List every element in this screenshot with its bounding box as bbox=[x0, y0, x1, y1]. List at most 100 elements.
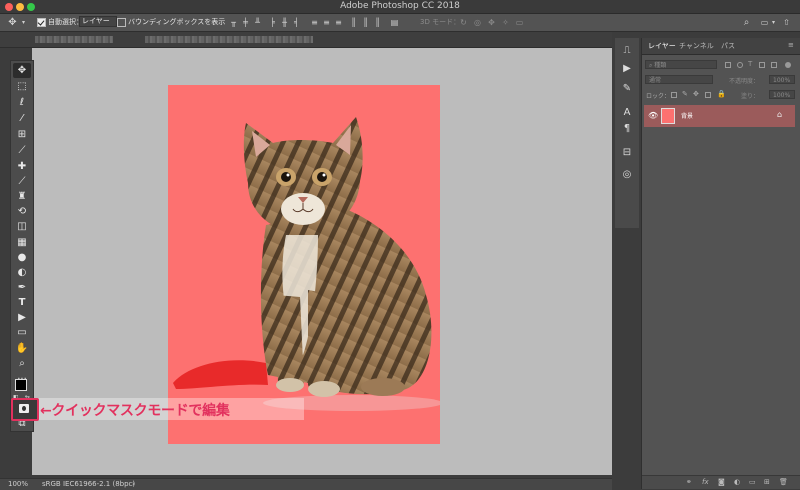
move-icon[interactable]: ✥ bbox=[13, 63, 31, 78]
layer-filter-select[interactable]: ⌕ 種類 bbox=[645, 60, 717, 69]
type-icon[interactable]: T bbox=[13, 295, 31, 310]
brush-icon[interactable]: ⟋ bbox=[13, 174, 31, 189]
distribute-vcenter-icon[interactable]: ≡ bbox=[322, 18, 331, 27]
crop-icon[interactable]: ⊞ bbox=[13, 127, 31, 142]
filter-type-icon[interactable]: T bbox=[748, 60, 752, 68]
history-brush-icon[interactable]: ⟲ bbox=[13, 204, 31, 219]
distribute-left-icon[interactable]: ║ bbox=[349, 18, 358, 27]
paragraph-icon[interactable]: ¶ bbox=[619, 122, 635, 136]
share-icon[interactable]: ⇧ bbox=[782, 18, 791, 27]
eraser-icon[interactable]: ◫ bbox=[13, 219, 31, 234]
chevron-down-icon[interactable]: ▾ bbox=[769, 18, 778, 27]
3d-pan-icon[interactable]: ✥ bbox=[487, 18, 496, 27]
pen-icon[interactable]: ✒ bbox=[13, 280, 31, 295]
panel-menu-icon[interactable]: ≡ bbox=[788, 41, 794, 49]
checkbox-icon[interactable] bbox=[37, 17, 46, 27]
lock-all-icon[interactable]: 🔒 bbox=[717, 90, 726, 98]
libraries-icon[interactable]: ◎ bbox=[619, 168, 635, 182]
status-menu-arrow[interactable]: › bbox=[132, 480, 135, 488]
tab-channels[interactable]: チャンネル bbox=[679, 41, 714, 51]
stamp-icon[interactable]: ♜ bbox=[13, 189, 31, 204]
filter-shape-icon[interactable] bbox=[759, 62, 765, 68]
distribute-bottom-icon[interactable]: ≡ bbox=[334, 18, 343, 27]
new-layer-icon[interactable]: ⊞ bbox=[764, 478, 770, 486]
tab-layers[interactable]: レイヤー bbox=[648, 41, 676, 51]
adjustment-layer-icon[interactable]: ◐ bbox=[734, 478, 740, 486]
layer-name[interactable]: 背景 bbox=[681, 111, 693, 120]
lock-artboard-icon[interactable] bbox=[705, 92, 711, 98]
align-right-icon[interactable]: ╡ bbox=[292, 18, 301, 27]
foreground-color-swatch[interactable] bbox=[15, 379, 27, 391]
filter-toggle-icon[interactable] bbox=[785, 62, 791, 68]
3d-scale-icon[interactable]: ▭ bbox=[515, 18, 524, 27]
distribute-hcenter-icon[interactable]: ║ bbox=[361, 18, 370, 27]
healing-brush-icon[interactable]: ✚ bbox=[13, 159, 31, 174]
properties-icon[interactable]: ⊟ bbox=[619, 146, 635, 160]
workspace-icon[interactable]: ▭ bbox=[760, 18, 769, 27]
align-top-icon[interactable]: ╥ bbox=[229, 18, 238, 27]
lasso-icon[interactable]: ℓ bbox=[13, 95, 31, 110]
gradient-icon[interactable]: ▦ bbox=[13, 235, 31, 250]
eyedropper-icon[interactable]: ⟋ bbox=[13, 143, 31, 158]
distribute-top-icon[interactable]: ≡ bbox=[310, 18, 319, 27]
lock-position-icon[interactable]: ✥ bbox=[693, 90, 699, 98]
title-bar: Adobe Photoshop CC 2018 bbox=[0, 0, 800, 14]
document-canvas[interactable] bbox=[168, 85, 440, 444]
lock-label: ロック： bbox=[646, 93, 671, 100]
align-left-icon[interactable]: ╞ bbox=[268, 18, 277, 27]
eye-icon[interactable]: 👁 bbox=[648, 111, 658, 120]
auto-align-icon[interactable]: ▤ bbox=[390, 18, 399, 27]
blur-icon[interactable]: ● bbox=[13, 250, 31, 265]
lock-transparent-icon[interactable] bbox=[671, 92, 677, 98]
tab-paths[interactable]: パス bbox=[721, 41, 735, 51]
document-tab[interactable] bbox=[35, 36, 113, 43]
hand-icon[interactable]: ✋ bbox=[13, 341, 31, 356]
align-bottom-icon[interactable]: ╨ bbox=[253, 18, 262, 27]
layer-row-background[interactable]: 👁 背景 ⌂ bbox=[644, 105, 795, 127]
filter-smart-icon[interactable] bbox=[771, 62, 777, 68]
auto-select-dropdown[interactable]: レイヤー bbox=[79, 16, 117, 27]
3d-slide-icon[interactable]: ✧ bbox=[501, 18, 510, 27]
shape-icon[interactable]: ▭ bbox=[13, 325, 31, 340]
dodge-icon[interactable]: ◐ bbox=[13, 265, 31, 280]
filter-kind-label: 種類 bbox=[654, 62, 667, 69]
checkbox-icon[interactable] bbox=[117, 17, 126, 27]
new-group-icon[interactable]: ▭ bbox=[749, 478, 756, 486]
link-layers-icon[interactable]: ⚭ bbox=[686, 478, 692, 486]
color-profile: sRGB IEC61966-2.1 (8bpc) bbox=[42, 480, 136, 488]
3d-rotate-icon[interactable]: ↻ bbox=[459, 18, 468, 27]
zoom-level[interactable]: 100% bbox=[8, 480, 28, 488]
trash-icon[interactable]: 🗑 bbox=[779, 478, 788, 486]
filter-adjust-icon[interactable] bbox=[737, 62, 743, 68]
quick-mask-annotation: ←クイックマスクモードで編集 bbox=[40, 403, 230, 419]
paragraph-styles-icon[interactable]: ✎ bbox=[619, 82, 635, 96]
document-tabs bbox=[0, 32, 612, 48]
fill-input[interactable]: 100% bbox=[769, 90, 795, 99]
quick-mask-button[interactable] bbox=[11, 398, 39, 421]
move-tool-preset-icon[interactable]: ✥ bbox=[8, 18, 17, 28]
character-icon[interactable]: A bbox=[619, 106, 635, 120]
opacity-input[interactable]: 100% bbox=[769, 75, 795, 84]
3d-roll-icon[interactable]: ◎ bbox=[473, 18, 482, 27]
actions-play-icon[interactable]: ▶ bbox=[619, 62, 635, 76]
lock-image-icon[interactable]: ✎ bbox=[682, 90, 688, 98]
blend-mode-select[interactable]: 通常 bbox=[645, 75, 713, 84]
zoom-icon[interactable]: ⌕ bbox=[13, 356, 31, 371]
auto-select-checkbox[interactable]: 自動選択： bbox=[37, 17, 83, 27]
auto-select-value[interactable]: レイヤー bbox=[79, 16, 117, 27]
quick-mask-icon bbox=[19, 404, 29, 413]
layer-style-icon[interactable]: fx bbox=[702, 478, 709, 486]
marquee-icon[interactable]: ⬚ bbox=[13, 79, 31, 94]
magic-wand-icon[interactable]: ⁄ bbox=[13, 111, 31, 126]
history-icon[interactable]: ⎍ bbox=[619, 44, 635, 58]
bounding-box-checkbox[interactable]: バウンディングボックスを表示 bbox=[117, 17, 225, 27]
filter-pixel-icon[interactable] bbox=[725, 62, 731, 68]
align-hcenter-icon[interactable]: ╫ bbox=[280, 18, 289, 27]
document-tab[interactable] bbox=[145, 36, 313, 43]
chevron-down-icon[interactable]: ▾ bbox=[19, 18, 28, 27]
search-icon[interactable]: ⌕ bbox=[742, 18, 751, 28]
add-mask-icon[interactable]: ◙ bbox=[718, 478, 725, 486]
path-select-icon[interactable]: ▶ bbox=[13, 310, 31, 325]
align-vcenter-icon[interactable]: ╪ bbox=[241, 18, 250, 27]
distribute-right-icon[interactable]: ║ bbox=[373, 18, 382, 27]
